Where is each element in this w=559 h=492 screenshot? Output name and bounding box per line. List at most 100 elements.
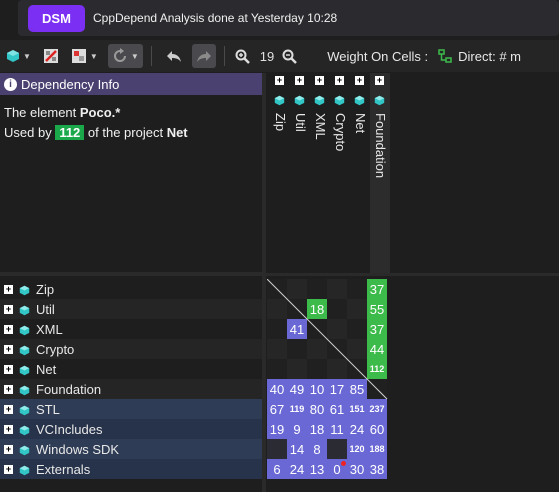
column-header-zip[interactable]: + Zip (270, 73, 290, 273)
matrix-cell[interactable] (327, 359, 347, 379)
matrix-cell[interactable] (267, 359, 287, 379)
matrix-cell[interactable]: 237 (367, 399, 387, 419)
expand-icon[interactable]: + (335, 76, 344, 85)
matrix-cell[interactable] (287, 279, 307, 299)
refresh-button[interactable]: ▼ (107, 44, 143, 68)
matrix-cell[interactable]: 17 (327, 379, 347, 399)
undo-button[interactable] (166, 45, 182, 67)
matrix-cell[interactable]: 188 (367, 439, 387, 459)
matrix-cell[interactable]: 67 (267, 399, 287, 419)
matrix-cell[interactable]: 41 (287, 319, 307, 339)
matrix-cell[interactable] (307, 279, 327, 299)
row-header-net[interactable]: + Net (0, 359, 262, 379)
matrix-cell[interactable] (287, 299, 307, 319)
row-header-windows-sdk[interactable]: + Windows SDK (0, 439, 262, 459)
weight-mode-dropdown[interactable]: Direct: # m (458, 49, 521, 64)
matrix-cell[interactable] (307, 359, 327, 379)
matrix-cell[interactable] (327, 339, 347, 359)
expand-icon[interactable]: + (4, 464, 13, 474)
matrix-cell[interactable]: 10 (307, 379, 327, 399)
column-header-foundation[interactable]: + Foundation (370, 73, 390, 273)
row-header-foundation[interactable]: + Foundation (0, 379, 262, 399)
matrix-cell[interactable]: 9 (287, 419, 307, 439)
matrix-cell[interactable] (307, 339, 327, 359)
matrix-cell[interactable]: 40 (267, 379, 287, 399)
matrix-cell[interactable]: 61 (327, 399, 347, 419)
matrix-cell[interactable] (267, 299, 287, 319)
matrix-cell[interactable]: 49 (287, 379, 307, 399)
matrix-cell[interactable]: 85 (347, 379, 367, 399)
expand-icon[interactable]: + (4, 424, 13, 434)
expand-icon[interactable]: + (4, 404, 13, 414)
expand-icon[interactable]: + (4, 344, 13, 354)
row-header-crypto[interactable]: + Crypto (0, 339, 262, 359)
matrix-cell[interactable] (287, 339, 307, 359)
matrix-cell[interactable]: 30 (347, 459, 367, 479)
expand-icon[interactable]: + (275, 76, 284, 85)
matrix-cell[interactable]: 18 (307, 299, 327, 319)
matrix-cell[interactable]: 80 (307, 399, 327, 419)
matrix-cell[interactable]: 37 (367, 279, 387, 299)
matrix-cell[interactable]: 55 (367, 299, 387, 319)
expand-icon[interactable]: + (355, 76, 364, 85)
matrix-cell[interactable]: 38 (367, 459, 387, 479)
zoom-in-button[interactable] (235, 45, 250, 67)
matrix-cell[interactable] (347, 359, 367, 379)
expand-icon[interactable]: + (4, 444, 13, 454)
matrix-cell[interactable]: 6 (267, 459, 287, 479)
matrix-cell[interactable]: 8 (307, 439, 327, 459)
row-header-externals[interactable]: + Externals (0, 459, 262, 479)
expand-icon[interactable]: + (4, 384, 13, 394)
matrix-cell[interactable] (307, 319, 327, 339)
matrix-cell[interactable]: 119 (287, 399, 307, 419)
expand-icon[interactable]: + (4, 284, 13, 294)
column-header-xml[interactable]: + XML (310, 73, 330, 273)
matrix-cell[interactable] (347, 279, 367, 299)
matrix-cell[interactable] (327, 299, 347, 319)
expand-icon[interactable]: + (315, 76, 324, 85)
row-header-util[interactable]: + Util (0, 299, 262, 319)
zoom-out-button[interactable] (282, 45, 298, 67)
matrix-cell[interactable] (267, 319, 287, 339)
column-header-net[interactable]: + Net (350, 73, 370, 273)
remove-matrix-button[interactable] (43, 45, 59, 67)
row-header-stl[interactable]: + STL (0, 399, 262, 419)
matrix-options-button[interactable]: ▼ (71, 45, 98, 67)
expand-icon[interactable]: + (4, 364, 13, 374)
matrix-cell[interactable] (347, 339, 367, 359)
matrix-cell[interactable]: 19 (267, 419, 287, 439)
expand-icon[interactable]: + (375, 76, 384, 85)
matrix-cell[interactable]: 11 (327, 419, 347, 439)
matrix-cell[interactable]: 37 (367, 319, 387, 339)
matrix-cell[interactable]: 13 (307, 459, 327, 479)
matrix-cell[interactable]: 151 (347, 399, 367, 419)
row-header-vcincludes[interactable]: + VCIncludes (0, 419, 262, 439)
matrix-cell[interactable]: 18 (307, 419, 327, 439)
expand-icon[interactable]: + (295, 76, 304, 85)
matrix-cell[interactable]: 14 (287, 439, 307, 459)
matrix-cell[interactable]: 24 (287, 459, 307, 479)
cube-menu-button[interactable]: ▼ (6, 45, 31, 67)
matrix-cell[interactable] (327, 439, 347, 459)
matrix-cell[interactable] (347, 299, 367, 319)
matrix-cell[interactable] (347, 319, 367, 339)
column-header-crypto[interactable]: + Crypto (330, 73, 350, 273)
matrix-cell[interactable]: 24 (347, 419, 367, 439)
matrix-cell[interactable]: 44 (367, 339, 387, 359)
matrix-cell[interactable] (267, 279, 287, 299)
redo-button[interactable] (191, 44, 216, 68)
matrix-cell[interactable]: 112 (367, 359, 387, 379)
expand-icon[interactable]: + (4, 324, 13, 334)
column-header-util[interactable]: + Util (290, 73, 310, 273)
row-header-zip[interactable]: + Zip (0, 279, 262, 299)
matrix-cell[interactable]: 60 (367, 419, 387, 439)
matrix-cell[interactable] (327, 279, 347, 299)
matrix-cell[interactable] (327, 319, 347, 339)
matrix-cell[interactable] (267, 439, 287, 459)
expand-icon[interactable]: + (4, 304, 13, 314)
matrix-cell[interactable] (367, 379, 387, 399)
matrix-cell[interactable]: 120 (347, 439, 367, 459)
row-header-xml[interactable]: + XML (0, 319, 262, 339)
matrix-cell[interactable] (267, 339, 287, 359)
matrix-cell[interactable] (287, 359, 307, 379)
